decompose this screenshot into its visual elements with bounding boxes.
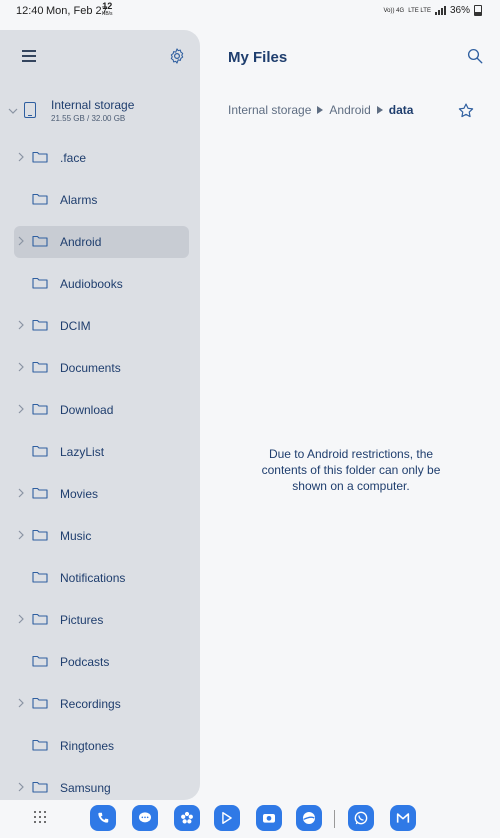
folder-label: Android: [60, 235, 102, 249]
folder-item[interactable]: Documents: [0, 348, 200, 390]
chevron-right-icon[interactable]: [18, 362, 24, 372]
folder-item[interactable]: Podcasts: [0, 642, 200, 684]
page-title: My Files: [228, 49, 288, 66]
folder-item[interactable]: .face: [0, 138, 200, 180]
folder-label: LazyList: [60, 445, 105, 459]
folder-label: Audiobooks: [60, 277, 123, 291]
storage-name: Internal storage: [51, 98, 135, 112]
chevron-right-icon[interactable]: [18, 614, 24, 624]
apps-grid-icon[interactable]: [34, 811, 46, 823]
folder-icon: [32, 655, 48, 667]
folder-icon: [32, 319, 48, 331]
folder-label: Recordings: [60, 697, 121, 711]
folder-label: Alarms: [60, 193, 98, 207]
gear-icon[interactable]: [168, 47, 186, 65]
chevron-right-icon[interactable]: [18, 404, 24, 414]
folder-icon: [32, 193, 48, 205]
folder-icon: [32, 781, 48, 793]
app-dock: [0, 800, 500, 838]
folder-label: Samsung: [60, 781, 111, 795]
folder-label: Pictures: [60, 613, 104, 627]
sidebar: Internal storage 21.55 GB / 32.00 GB .fa…: [0, 30, 200, 800]
folder-item[interactable]: Movies: [0, 474, 200, 516]
folder-item[interactable]: Recordings: [0, 684, 200, 726]
folder-icon: [32, 445, 48, 457]
search-icon[interactable]: [466, 47, 484, 65]
whatsapp-icon[interactable]: [348, 805, 374, 831]
folder-icon: [32, 613, 48, 625]
play-store-icon[interactable]: [214, 805, 240, 831]
camera-icon[interactable]: [256, 805, 282, 831]
battery-percent: 36%: [449, 5, 470, 16]
chevron-right-icon[interactable]: [18, 530, 24, 540]
status-bar: 12:40 Mon, Feb 27 12 KB/s Vo)) 4G LTE LT…: [0, 0, 500, 22]
folder-list: .face Alarms Android Audiobooks DCIM Document…: [0, 138, 200, 810]
volte-indicator: Vo)) 4G: [383, 7, 405, 14]
chevron-down-icon[interactable]: [8, 107, 18, 115]
folder-item[interactable]: Pictures: [0, 600, 200, 642]
restriction-message: Due to Android restrictions, the content…: [261, 447, 441, 493]
chevron-right-icon[interactable]: [18, 488, 24, 498]
messages-icon[interactable]: [132, 805, 158, 831]
folder-icon: [32, 277, 48, 289]
folder-label: Documents: [60, 361, 121, 375]
folder-item[interactable]: Download: [0, 390, 200, 432]
gallery-flower-icon[interactable]: [174, 805, 200, 831]
breadcrumb-item[interactable]: Internal storage: [228, 103, 311, 117]
folder-item[interactable]: Music: [0, 516, 200, 558]
phone-icon[interactable]: [90, 805, 116, 831]
chevron-right-icon[interactable]: [18, 698, 24, 708]
gmail-icon[interactable]: [390, 805, 416, 831]
lte-indicator: LTE LTE: [408, 7, 431, 14]
breadcrumb-current: data: [388, 103, 414, 117]
status-indicators: Vo)) 4G LTE LTE 36%: [383, 5, 482, 16]
internal-storage-item[interactable]: Internal storage 21.55 GB / 32.00 GB: [0, 98, 200, 134]
phone-storage-icon: [24, 102, 36, 118]
folder-label: Ringtones: [60, 739, 115, 753]
folder-icon: [32, 235, 48, 247]
folder-item[interactable]: LazyList: [0, 432, 200, 474]
folder-item[interactable]: Alarms: [0, 180, 200, 222]
folder-label: Podcasts: [60, 655, 110, 669]
folder-label: .face: [60, 151, 87, 165]
storage-size: 21.55 GB / 32.00 GB: [51, 114, 126, 123]
breadcrumb: Internal storage Android data: [228, 103, 413, 117]
breadcrumb-separator-icon: [317, 106, 324, 114]
folder-icon: [32, 151, 48, 163]
chevron-right-icon[interactable]: [18, 782, 24, 792]
chevron-right-icon[interactable]: [18, 320, 24, 330]
folder-item[interactable]: DCIM: [0, 306, 200, 348]
folder-label: Notifications: [60, 571, 126, 585]
folder-item[interactable]: Audiobooks: [0, 264, 200, 306]
folder-item[interactable]: Notifications: [0, 558, 200, 600]
folder-icon: [32, 529, 48, 541]
folder-label: Movies: [60, 487, 99, 501]
status-time: 12:40: [16, 5, 44, 17]
battery-icon: [474, 5, 482, 16]
signal-icon: [434, 6, 446, 15]
breadcrumb-separator-icon: [376, 106, 383, 114]
network-speed: 12 KB/s: [102, 2, 113, 18]
network-speed-unit: KB/s: [102, 11, 113, 17]
folder-icon: [32, 403, 48, 415]
folder-item[interactable]: Ringtones: [0, 726, 200, 768]
chevron-right-icon[interactable]: [18, 152, 24, 162]
folder-icon: [32, 697, 48, 709]
menu-icon[interactable]: [22, 50, 36, 62]
browser-icon[interactable]: [296, 805, 322, 831]
dock-divider: [334, 810, 335, 828]
folder-icon: [32, 487, 48, 499]
folder-item[interactable]: Android: [0, 222, 200, 264]
breadcrumb-item[interactable]: Android: [329, 103, 370, 117]
network-speed-value: 12: [102, 1, 113, 11]
status-date: Mon, Feb 27: [46, 5, 108, 17]
folder-icon: [32, 571, 48, 583]
chevron-right-icon[interactable]: [18, 236, 24, 246]
folder-label: DCIM: [60, 319, 91, 333]
star-icon[interactable]: [457, 102, 475, 120]
folder-icon: [32, 739, 48, 751]
folder-label: Download: [60, 403, 114, 417]
folder-label: Music: [60, 529, 92, 543]
folder-icon: [32, 361, 48, 373]
